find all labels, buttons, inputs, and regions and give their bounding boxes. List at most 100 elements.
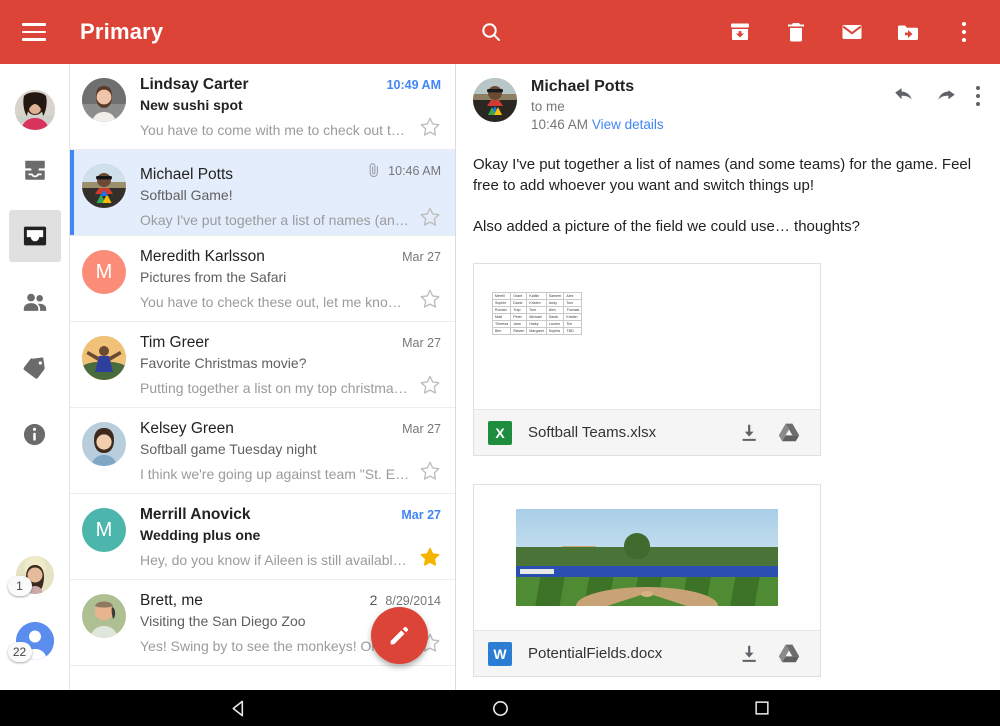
- email-subject: Pictures from the Safari: [140, 269, 287, 285]
- email-sender: Meredith Karlsson: [140, 248, 265, 265]
- email-list-item[interactable]: Tim Greer Mar 27 Favorite Christmas movie?…: [70, 322, 455, 408]
- sidebar-item-social[interactable]: [9, 276, 61, 328]
- spreadsheet-cell: David: [510, 299, 528, 307]
- email-snippet-row: You have to come with me to check out th…: [140, 116, 441, 143]
- star-button[interactable]: [419, 116, 441, 143]
- android-navigation-bar: [0, 690, 1000, 726]
- email-sender-row: Meredith Karlsson Mar 27: [140, 248, 441, 266]
- star-icon: [420, 117, 440, 136]
- email-snippet-row: You have to check these out, let me know…: [140, 288, 441, 315]
- android-back-button[interactable]: [214, 690, 262, 726]
- user-avatar[interactable]: [14, 90, 55, 130]
- info-icon: [23, 423, 46, 445]
- star-icon: [420, 547, 440, 566]
- attachment-preview-spreadsheet[interactable]: Merrill Grant Kaitlin Sameer Alex Sophie David…: [474, 264, 820, 409]
- email-list-item[interactable]: Lindsay Carter 10:49 AM New sushi spot You …: [70, 64, 455, 150]
- download-button[interactable]: [732, 637, 766, 671]
- email-list-item[interactable]: Michael Potts 10:46 AM Softball Game! Okay …: [70, 150, 455, 236]
- email-sender: Michael Potts: [140, 166, 234, 183]
- spreadsheet-cell: Alex: [545, 306, 565, 314]
- android-home-button[interactable]: [476, 690, 524, 726]
- spreadsheet-cell: Thomas: [563, 306, 583, 314]
- xlsx-file-icon: X: [488, 420, 512, 445]
- spreadsheet-row: Roman Trap Tom Alex Thomas: [491, 306, 583, 314]
- spreadsheet-cell: Sarah: [545, 313, 565, 321]
- sidebar-item-promotions[interactable]: [9, 342, 61, 394]
- message-actions: [892, 78, 980, 132]
- star-button[interactable]: [419, 460, 441, 487]
- attachment-bar: X Softball Teams.xlsx: [474, 409, 820, 455]
- email-list-item[interactable]: M Meredith Karlsson Mar 27 Pictures from th…: [70, 236, 455, 322]
- overflow-menu-button[interactable]: [936, 0, 992, 64]
- sender-avatar[interactable]: [82, 594, 126, 638]
- message-overflow-button[interactable]: [976, 82, 980, 106]
- save-to-drive-button[interactable]: [772, 416, 806, 450]
- app-bar-actions: [712, 0, 1000, 64]
- avatar-photo: [82, 78, 126, 122]
- star-button[interactable]: [419, 206, 441, 233]
- mark-unread-button[interactable]: [824, 0, 880, 64]
- email-sender-row: Tim Greer Mar 27: [140, 334, 441, 352]
- hamburger-menu-icon: [22, 23, 46, 41]
- sidebar-rail: 1 22: [0, 64, 70, 690]
- attachment-card[interactable]: W PotentialFields.docx: [473, 484, 821, 677]
- email-subject: Softball game Tuesday night: [140, 441, 317, 457]
- email-list-item[interactable]: M Merrill Anovick Mar 27 Wedding plus one He…: [70, 494, 455, 580]
- email-list-item[interactable]: Kelsey Green Mar 27 Softball game Tuesday …: [70, 408, 455, 494]
- attachment-card[interactable]: Merrill Grant Kaitlin Sameer Alex Sophie David…: [473, 263, 821, 456]
- sidebar-item-updates[interactable]: [9, 408, 61, 460]
- archive-button[interactable]: [712, 0, 768, 64]
- message-paragraph: Okay I've put together a list of names (…: [473, 156, 972, 194]
- email-date: 10:49 AM: [386, 78, 441, 92]
- search-button[interactable]: [463, 0, 519, 64]
- email-list[interactable]: Lindsay Carter 10:49 AM New sushi spot You …: [70, 64, 456, 690]
- spreadsheet-cell: Tom: [563, 299, 583, 307]
- view-details-link[interactable]: View details: [592, 117, 664, 132]
- email-sender-row: Kelsey Green Mar 27: [140, 420, 441, 438]
- sender-avatar[interactable]: M: [82, 250, 126, 294]
- email-date: Mar 27: [402, 422, 441, 436]
- email-date: Mar 27: [401, 508, 441, 522]
- sender-avatar[interactable]: [82, 78, 126, 122]
- compose-button[interactable]: [371, 607, 428, 664]
- delete-button[interactable]: [768, 0, 824, 64]
- account-switcher-1[interactable]: 1: [7, 556, 54, 596]
- pencil-icon: [390, 626, 409, 645]
- google-drive-icon: [778, 423, 800, 441]
- email-list-item-body: Michael Potts 10:46 AM Softball Game! Okay …: [140, 162, 441, 228]
- save-to-drive-button[interactable]: [772, 637, 806, 671]
- spreadsheet-cell: Theresa: [491, 320, 512, 328]
- star-button[interactable]: [419, 374, 441, 401]
- forward-button[interactable]: [934, 82, 958, 111]
- message-meta: Michael Potts to me 10:46 AM View detail…: [531, 78, 892, 132]
- spreadsheet-row: Theresa Jane Haley Lauren Tim: [491, 320, 583, 328]
- star-button[interactable]: [419, 288, 441, 315]
- reply-button[interactable]: [892, 82, 916, 111]
- email-meta: 10:46 AM: [365, 162, 441, 179]
- sidebar-item-all-inbox[interactable]: [9, 144, 61, 196]
- account-badge-1: 1: [7, 576, 32, 596]
- email-thread-count: 2: [369, 592, 378, 608]
- tag-icon: [23, 356, 45, 379]
- android-recents-button[interactable]: [738, 690, 786, 726]
- avatar-photo: [14, 90, 55, 130]
- spreadsheet-cell: Jane: [510, 320, 528, 328]
- sender-avatar[interactable]: [82, 336, 126, 380]
- hamburger-menu-button[interactable]: [0, 0, 68, 64]
- download-button[interactable]: [732, 416, 766, 450]
- move-to-folder-button[interactable]: [880, 0, 936, 64]
- sender-avatar[interactable]: [82, 164, 126, 208]
- sidebar-item-primary[interactable]: [8, 210, 61, 262]
- sender-avatar[interactable]: M: [82, 508, 126, 552]
- star-icon: [420, 289, 440, 308]
- avatar-photo: [82, 594, 126, 638]
- account-switcher-2[interactable]: 22: [7, 622, 54, 662]
- avatar-photo: [82, 336, 126, 380]
- sender-avatar[interactable]: [473, 78, 517, 122]
- star-icon: [420, 375, 440, 394]
- attachment-preview-image[interactable]: [474, 485, 820, 630]
- star-button[interactable]: [419, 546, 441, 573]
- page-title: Primary: [80, 19, 164, 44]
- sender-avatar[interactable]: [82, 422, 126, 466]
- email-meta: 10:49 AM: [387, 78, 441, 92]
